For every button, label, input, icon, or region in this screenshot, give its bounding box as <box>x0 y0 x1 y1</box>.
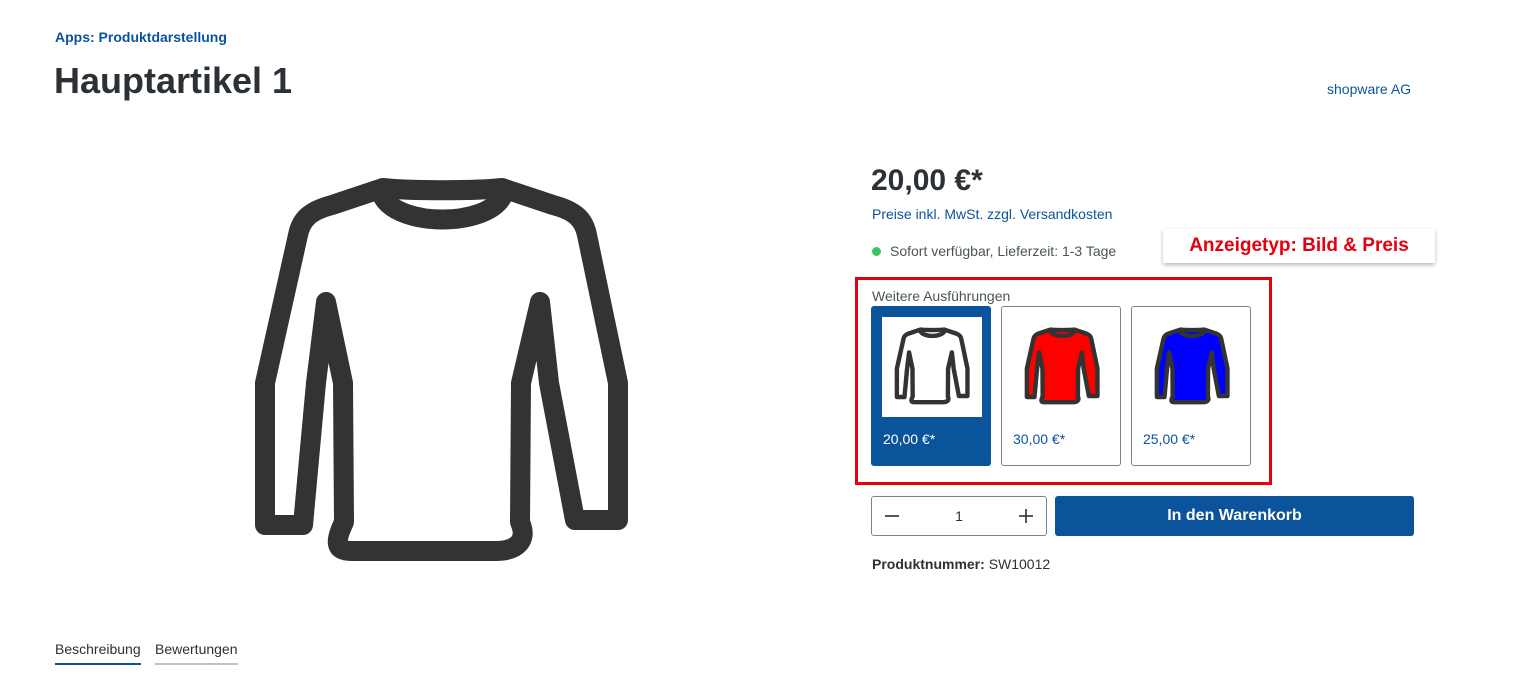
tax-info-link[interactable]: Preise inkl. MwSt. zzgl. Versandkosten <box>872 206 1112 222</box>
variant-option-blue[interactable]: 25,00 €* <box>1131 306 1251 466</box>
plus-icon <box>1019 509 1033 523</box>
breadcrumb-link[interactable]: Apps: Produktdarstellung <box>55 29 227 45</box>
delivery-status: Sofort verfügbar, Lieferzeit: 1-3 Tage <box>872 243 1116 259</box>
variant-option-red[interactable]: 30,00 €* <box>1001 306 1121 466</box>
product-image <box>255 178 628 561</box>
variant-thumbnail <box>882 317 982 417</box>
product-number-value: SW10012 <box>988 556 1051 572</box>
shirt-blue-icon <box>1154 327 1230 405</box>
quantity-decrease-button[interactable] <box>872 497 912 535</box>
variant-option-white[interactable]: 20,00 €* <box>871 306 991 466</box>
quantity-stepper: 1 <box>871 496 1047 536</box>
variant-price: 20,00 €* <box>883 431 936 447</box>
delivery-text: Sofort verfügbar, Lieferzeit: 1-3 Tage <box>890 243 1117 259</box>
quantity-input[interactable]: 1 <box>916 497 1002 535</box>
availability-dot-icon <box>872 246 881 256</box>
add-to-cart-button[interactable]: In den Warenkorb <box>1055 496 1414 536</box>
product-number-label: Produktnummer: <box>872 556 985 572</box>
shirt-red-icon <box>1024 327 1100 405</box>
minus-icon <box>885 515 899 517</box>
variants-heading: Weitere Ausführungen <box>872 288 1011 304</box>
quantity-increase-button[interactable] <box>1006 497 1046 535</box>
variant-thumbnail <box>1012 317 1112 417</box>
variant-price: 30,00 €* <box>1013 431 1066 447</box>
tab-reviews[interactable]: Bewertungen <box>155 641 238 665</box>
manufacturer-link[interactable]: shopware AG <box>1327 81 1411 97</box>
page-title: Hauptartikel 1 <box>54 60 293 101</box>
tab-description[interactable]: Beschreibung <box>55 641 141 665</box>
product-price: 20,00 €* <box>871 164 983 197</box>
variant-thumbnail <box>1142 317 1242 417</box>
annotation-label: Anzeigetyp: Bild & Preis <box>1163 229 1435 263</box>
shirt-white-icon <box>894 327 970 405</box>
product-number: Produktnummer: SW10012 <box>872 556 1050 572</box>
variant-price: 25,00 €* <box>1143 431 1196 447</box>
